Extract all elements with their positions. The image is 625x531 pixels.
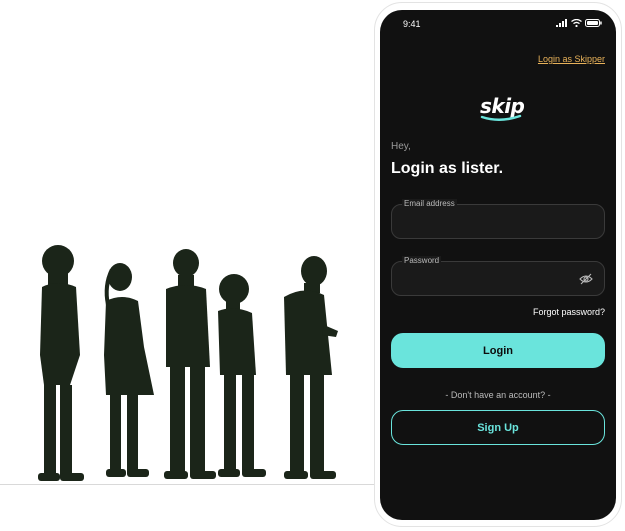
greeting-text: Hey, (391, 141, 411, 152)
no-account-text: - Don't have an account? - (445, 390, 551, 400)
email-field[interactable]: Email address (391, 199, 605, 239)
status-icons (556, 19, 602, 27)
password-field[interactable]: Password (391, 256, 605, 296)
login-button[interactable]: Login (391, 333, 605, 368)
eye-slash-icon[interactable] (579, 273, 593, 285)
person-silhouette-3 (164, 249, 216, 479)
forgot-password-link[interactable]: Forgot password? (533, 307, 605, 317)
wifi-icon (571, 19, 582, 27)
sign-up-button[interactable]: Sign Up (391, 410, 605, 445)
person-silhouette-5 (284, 256, 338, 479)
page-heading: Login as lister. (391, 160, 504, 177)
login-as-skipper-link[interactable]: Login as Skipper (538, 54, 605, 64)
person-silhouette-4 (218, 274, 266, 477)
status-time: 9:41 (403, 19, 421, 29)
person-silhouette-1 (38, 245, 84, 481)
battery-icon (585, 19, 602, 27)
password-input[interactable] (402, 275, 581, 288)
people-in-line-illustration (38, 245, 338, 481)
email-input[interactable] (402, 218, 581, 231)
email-label: Email address (402, 199, 457, 208)
password-label: Password (402, 256, 442, 265)
person-silhouette-2 (104, 263, 154, 477)
logo-swoosh-icon (480, 114, 522, 121)
phone-screen: 9:41 Login as Skipper skip Hey, Login as… (380, 10, 616, 520)
signal-icon (556, 19, 567, 27)
